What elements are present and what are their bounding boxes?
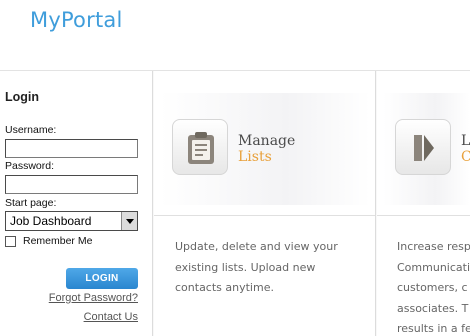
start-page-value: Job Dashboard [10,214,92,228]
login-title: Login [5,90,40,104]
desc-line: associates. T [397,301,469,315]
feature-title: La Ca [461,133,470,165]
header: MyPortal [0,0,470,70]
arrows-right-icon [414,135,434,161]
username-label: Username: [5,124,57,136]
feature-description: Increase resp Communicatio customers, c … [397,237,470,336]
contact-us-link[interactable]: Contact Us [84,311,138,323]
desc-line: Increase resp [397,240,470,253]
clipboard-list-icon [188,132,214,164]
desc-line: Communicatio [397,260,470,274]
remember-label: Remember Me [23,235,93,247]
feature-icon-box [172,119,228,175]
feature-manage-lists: Manage Lists Update, delete and view you… [154,71,376,336]
feature-launch-campaign: La Ca Increase resp Communicatio custome… [377,71,470,336]
logo[interactable]: MyPortal [30,8,122,32]
login-panel: Login Username: Password: Start page: Jo… [0,71,153,336]
password-input[interactable] [5,175,138,194]
desc-line: existing lists. Upload new [175,260,316,274]
chevron-down-icon[interactable] [121,212,137,230]
feature-description: Update, delete and view your existing li… [175,237,338,299]
feature-tile[interactable]: La Ca [383,93,470,205]
divider [154,215,375,216]
feature-title: Manage Lists [238,133,295,165]
forgot-password-link[interactable]: Forgot Password? [49,292,138,304]
username-input[interactable] [5,139,138,158]
feature-icon-box [395,119,451,175]
remember-me[interactable]: Remember Me [5,235,92,247]
feature-title-line1: Manage [238,133,296,149]
divider [377,215,470,216]
feature-title-line2: Ca [461,149,470,165]
remember-checkbox[interactable] [5,235,16,247]
start-page-label: Start page: [5,197,57,209]
password-label: Password: [5,160,55,172]
desc-line: Update, delete and view your [175,240,338,253]
login-button[interactable]: LOGIN [66,268,138,289]
desc-line: contacts anytime. [175,281,274,294]
start-page-select[interactable]: Job Dashboard [5,211,138,231]
feature-tile[interactable]: Manage Lists [160,93,370,205]
desc-line: customers, c [397,281,468,294]
feature-title-line2: Lists [238,149,272,165]
feature-title-line1: La [461,133,470,149]
desc-line: results in a fe [397,322,470,335]
